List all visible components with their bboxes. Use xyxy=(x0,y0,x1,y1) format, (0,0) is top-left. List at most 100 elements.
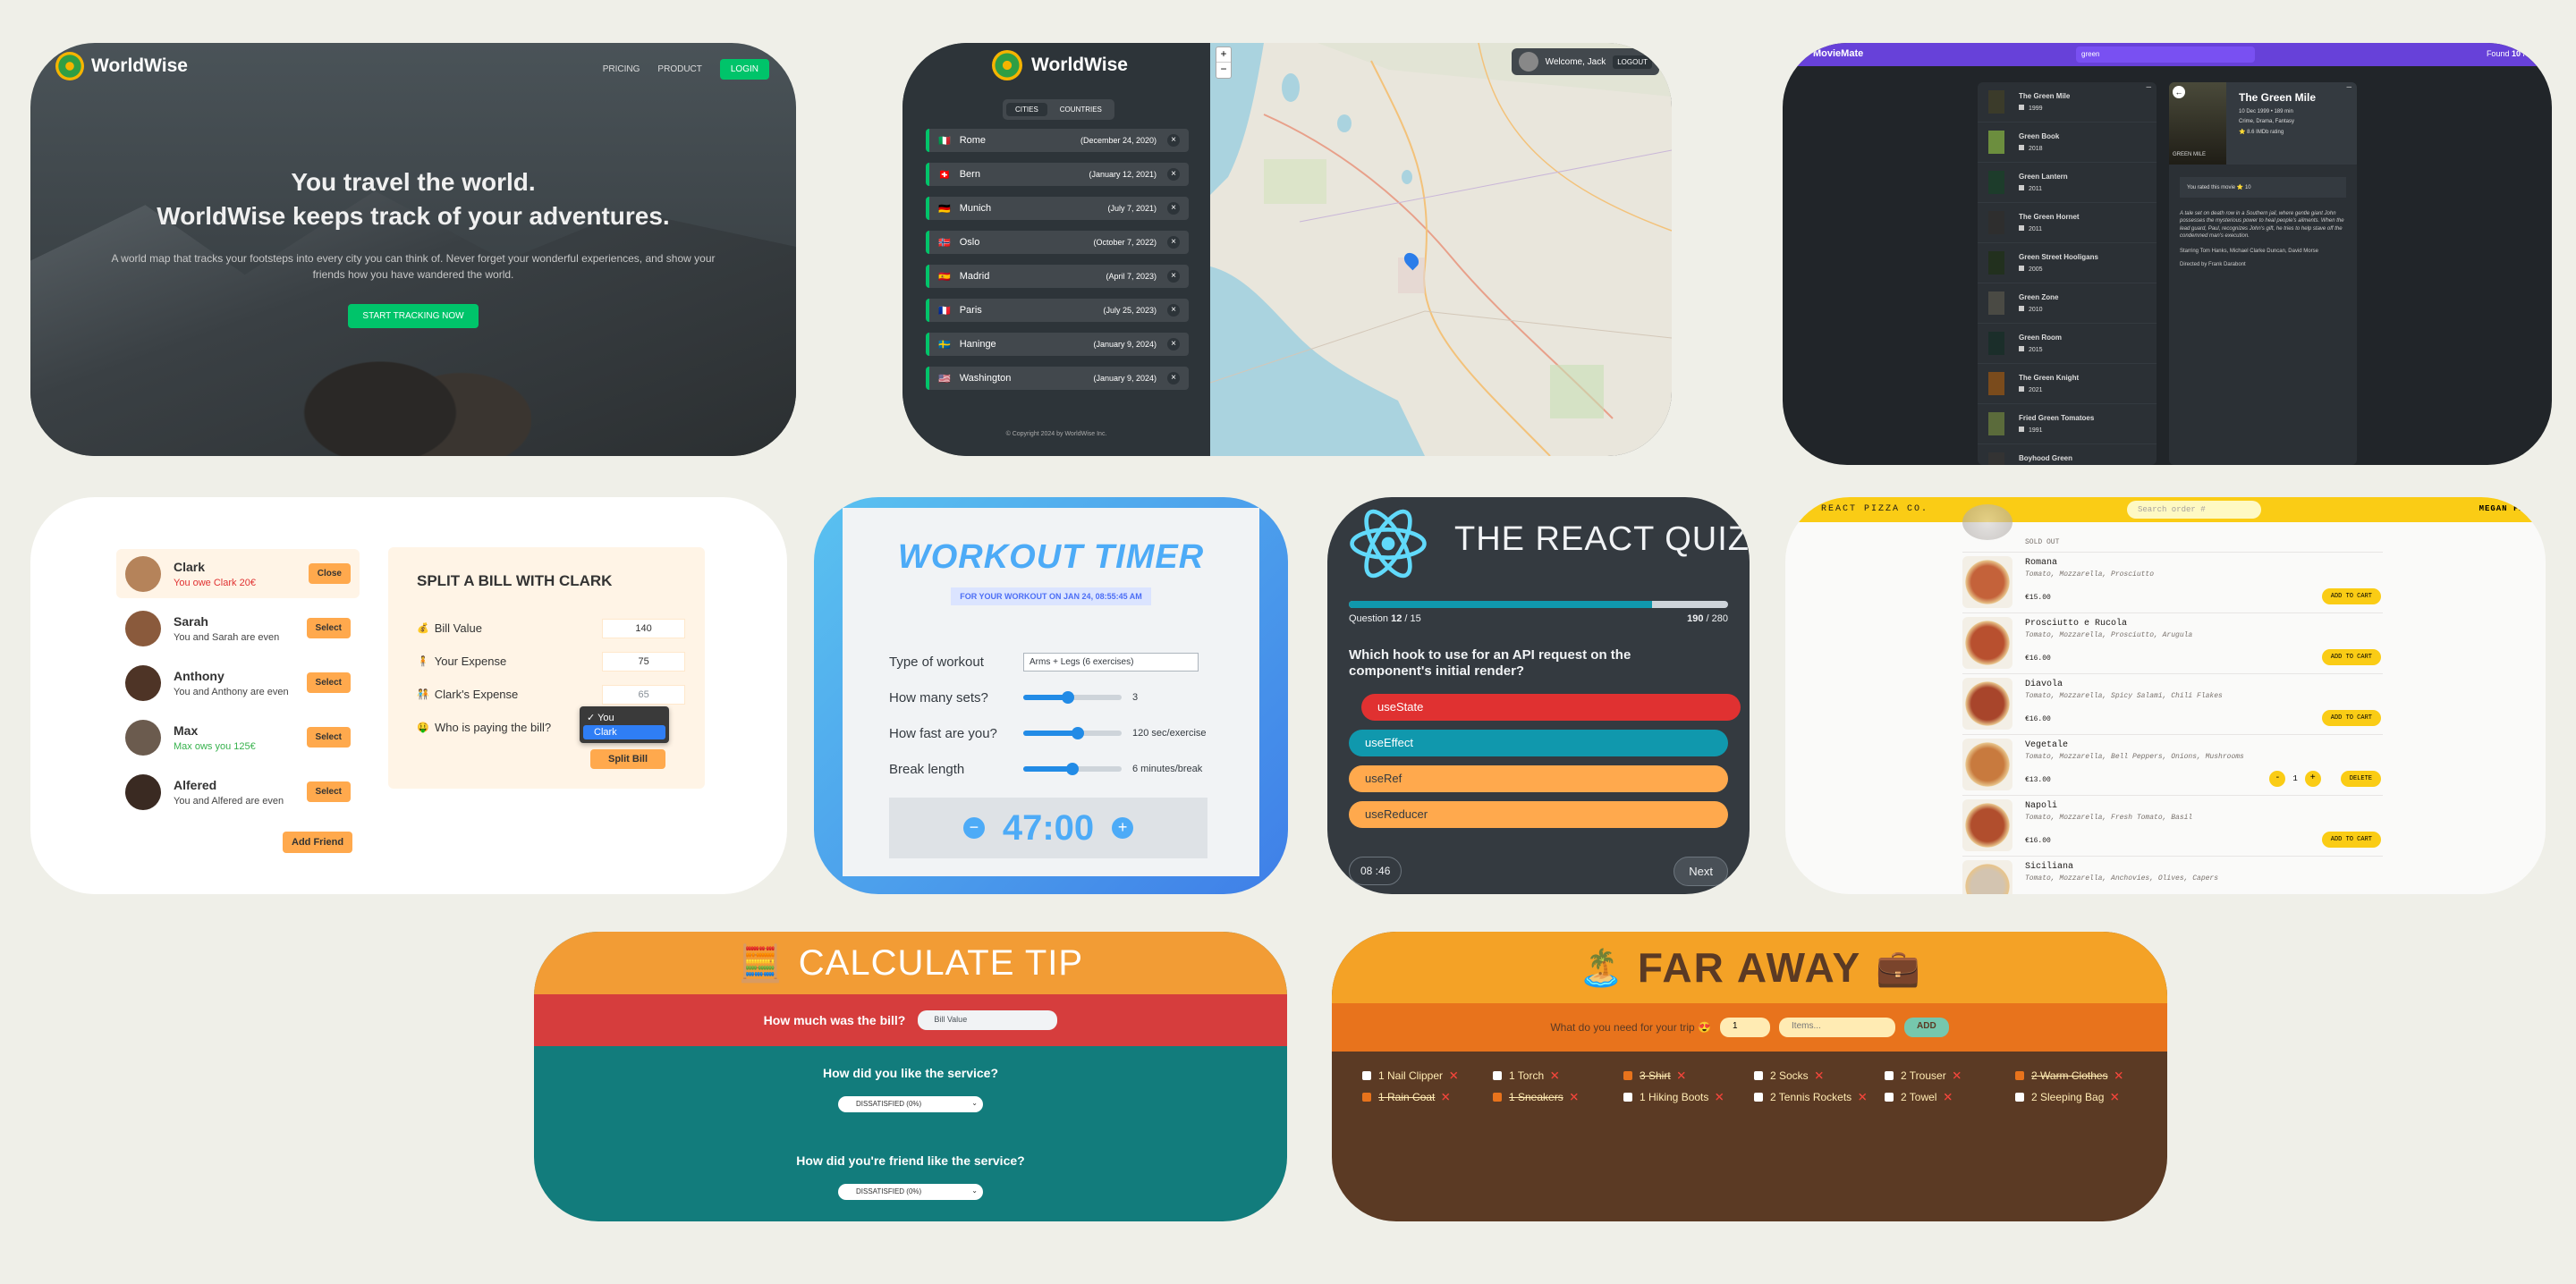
friend-service-select[interactable]: DISSATISFIED (0%) ⌄ xyxy=(838,1184,983,1200)
decrease-qty-button[interactable]: - xyxy=(2269,771,2286,787)
payer-option-you[interactable]: ✓ You xyxy=(583,710,665,725)
movie-item[interactable]: The Green Mile 1999 xyxy=(1978,82,2157,122)
city-item[interactable]: 🇺🇸 Washington (January 9, 2024) × xyxy=(926,367,1189,390)
packed-checkbox[interactable] xyxy=(1623,1071,1632,1080)
select-friend-button[interactable]: Select xyxy=(306,727,351,748)
speed-slider[interactable] xyxy=(1023,727,1122,739)
add-to-cart-button[interactable]: ADD TO CART xyxy=(2321,710,2381,726)
logo[interactable]: WorldWise xyxy=(55,52,188,80)
payer-dropdown[interactable]: ✓ You Clark xyxy=(580,706,669,743)
delete-city-button[interactable]: × xyxy=(1167,304,1180,317)
packed-checkbox[interactable] xyxy=(2015,1093,2024,1102)
city-item[interactable]: 🇸🇪 Haninge (January 9, 2024) × xyxy=(926,333,1189,356)
tab-countries[interactable]: COUNTRIES xyxy=(1051,103,1111,116)
packed-checkbox[interactable] xyxy=(1362,1071,1371,1080)
add-to-cart-button[interactable]: ADD TO CART xyxy=(2321,649,2381,665)
nav-pricing[interactable]: PRICING xyxy=(603,64,640,74)
packed-checkbox[interactable] xyxy=(1493,1093,1502,1102)
remove-item-icon[interactable]: ❌ xyxy=(1859,1094,1867,1101)
sets-slider[interactable] xyxy=(1023,691,1122,704)
slider-thumb[interactable] xyxy=(1061,691,1074,704)
city-item[interactable]: 🇳🇴 Oslo (October 7, 2022) × xyxy=(926,231,1189,254)
details-close[interactable]: – xyxy=(2346,82,2351,92)
city-item[interactable]: 🇨🇭 Bern (January 12, 2021) × xyxy=(926,163,1189,186)
row-input[interactable]: 140 xyxy=(602,618,685,638)
remove-item-icon[interactable]: ❌ xyxy=(1551,1072,1559,1079)
tab-cities[interactable]: CITIES xyxy=(1006,103,1047,116)
select-friend-button[interactable]: Select xyxy=(306,672,351,693)
packed-checkbox[interactable] xyxy=(1885,1071,1894,1080)
delete-city-button[interactable]: × xyxy=(1167,134,1180,147)
friend-item[interactable]: Clark You owe Clark 20€ Close xyxy=(116,549,360,598)
packed-checkbox[interactable] xyxy=(1754,1071,1763,1080)
friend-item[interactable]: Anthony You and Anthony are even Select xyxy=(116,658,360,707)
packed-checkbox[interactable] xyxy=(1623,1093,1632,1102)
select-friend-button[interactable]: Close xyxy=(308,563,351,584)
movie-item[interactable]: Green Zone 2010 xyxy=(1978,283,2157,324)
nav-product[interactable]: PRODUCT xyxy=(657,64,701,74)
remove-item-icon[interactable]: ❌ xyxy=(1944,1094,1952,1101)
add-friend-button[interactable]: Add Friend xyxy=(283,832,353,853)
item-input[interactable]: Items... xyxy=(1779,1018,1896,1037)
bill-input[interactable]: Bill Value xyxy=(918,1010,1058,1030)
break-slider[interactable] xyxy=(1023,763,1122,775)
delete-city-button[interactable]: × xyxy=(1167,270,1180,283)
next-button[interactable]: Next xyxy=(1674,857,1728,886)
remove-item-icon[interactable]: ❌ xyxy=(1450,1072,1458,1079)
search-input[interactable]: green xyxy=(2076,46,2255,63)
remove-item-icon[interactable]: ❌ xyxy=(1571,1094,1579,1101)
add-to-cart-button[interactable]: ADD TO CART xyxy=(2321,588,2381,604)
delete-city-button[interactable]: × xyxy=(1167,236,1180,249)
friend-item[interactable]: Max Max ows you 125€ Select xyxy=(116,713,360,762)
movie-item[interactable]: Green Street Hooligans 2005 xyxy=(1978,243,2157,283)
packed-checkbox[interactable] xyxy=(1885,1093,1894,1102)
increase-button[interactable]: + xyxy=(1112,817,1134,839)
payer-option-clark[interactable]: Clark xyxy=(583,725,665,739)
packed-checkbox[interactable] xyxy=(1493,1071,1502,1080)
delete-city-button[interactable]: × xyxy=(1167,372,1180,384)
option-useeffect[interactable]: useEffect xyxy=(1349,730,1728,756)
friend-item[interactable]: Alfered You and Alfered are even Select xyxy=(116,767,360,816)
city-item[interactable]: 🇪🇸 Madrid (April 7, 2023) × xyxy=(926,265,1189,288)
zoom-in-button[interactable]: + xyxy=(1216,47,1231,63)
packed-checkbox[interactable] xyxy=(1754,1093,1763,1102)
delete-item-button[interactable]: DELETE xyxy=(2340,771,2381,787)
delete-city-button[interactable]: × xyxy=(1167,338,1180,351)
remove-item-icon[interactable]: ❌ xyxy=(1678,1072,1686,1079)
zoom-out-button[interactable]: − xyxy=(1216,63,1231,78)
friend-item[interactable]: Sarah You and Sarah are even Select xyxy=(116,604,360,653)
row-input[interactable]: 75 xyxy=(602,651,685,672)
slider-thumb[interactable] xyxy=(1071,727,1084,739)
packed-checkbox[interactable] xyxy=(1362,1093,1371,1102)
city-item[interactable]: 🇩🇪 Munich (July 7, 2021) × xyxy=(926,197,1189,220)
option-usestate[interactable]: useState xyxy=(1361,694,1741,721)
option-useref[interactable]: useRef xyxy=(1349,765,1728,792)
quantity-select[interactable]: 1 xyxy=(1720,1018,1771,1037)
delete-city-button[interactable]: × xyxy=(1167,168,1180,181)
delete-city-button[interactable]: × xyxy=(1167,202,1180,215)
select-friend-button[interactable]: Select xyxy=(306,618,351,638)
remove-item-icon[interactable]: ❌ xyxy=(2115,1072,2123,1079)
remove-item-icon[interactable]: ❌ xyxy=(1816,1072,1824,1079)
select-friend-button[interactable]: Select xyxy=(306,781,351,802)
movie-item[interactable]: Green Book 2018 xyxy=(1978,122,2157,163)
increase-qty-button[interactable]: + xyxy=(2304,771,2321,787)
city-item[interactable]: 🇫🇷 Paris (July 25, 2023) × xyxy=(926,299,1189,322)
logout-button[interactable]: LOGOUT xyxy=(1613,55,1652,69)
city-item[interactable]: 🇮🇹 Rome (December 24, 2020) × xyxy=(926,129,1189,152)
logo[interactable]: WorldWise xyxy=(992,50,1128,80)
service-select[interactable]: DISSATISFIED (0%) ⌄ xyxy=(838,1096,983,1112)
movie-item[interactable]: Boyhood Green xyxy=(1978,444,2157,465)
map[interactable]: + − Welcome, Jack LOGOUT xyxy=(1210,43,1672,456)
remove-item-icon[interactable]: ❌ xyxy=(1442,1094,1450,1101)
decrease-button[interactable]: − xyxy=(962,817,985,839)
movie-item[interactable]: The Green Hornet 2011 xyxy=(1978,203,2157,243)
movie-item[interactable]: Green Room 2015 xyxy=(1978,324,2157,364)
brand-name[interactable]: FAST REACT PIZZA CO. xyxy=(1785,504,1928,514)
remove-item-icon[interactable]: ❌ xyxy=(2111,1094,2119,1101)
option-usereducer[interactable]: useReducer xyxy=(1349,801,1728,828)
remove-item-icon[interactable]: ❌ xyxy=(1716,1094,1724,1101)
start-tracking-button[interactable]: START TRACKING NOW xyxy=(348,304,479,328)
remove-item-icon[interactable]: ❌ xyxy=(1953,1072,1962,1079)
order-search-input[interactable]: Search order # xyxy=(2127,501,2261,519)
